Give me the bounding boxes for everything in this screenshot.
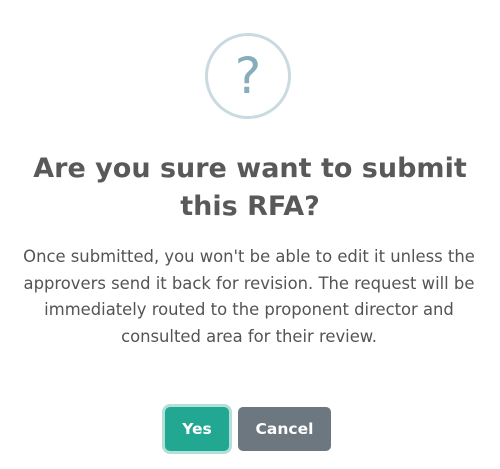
confirm-submit-dialog: ? Are you sure want to submit this RFA? … [0,0,500,469]
cancel-button[interactable]: Cancel [238,407,331,451]
question-icon: ? [205,33,291,119]
dialog-message: Once submitted, you won't be able to edi… [23,247,475,346]
dialog-title: Are you sure want to submit this RFA? [33,153,467,222]
question-icon-glyph: ? [234,47,262,105]
yes-button[interactable]: Yes [165,407,229,451]
